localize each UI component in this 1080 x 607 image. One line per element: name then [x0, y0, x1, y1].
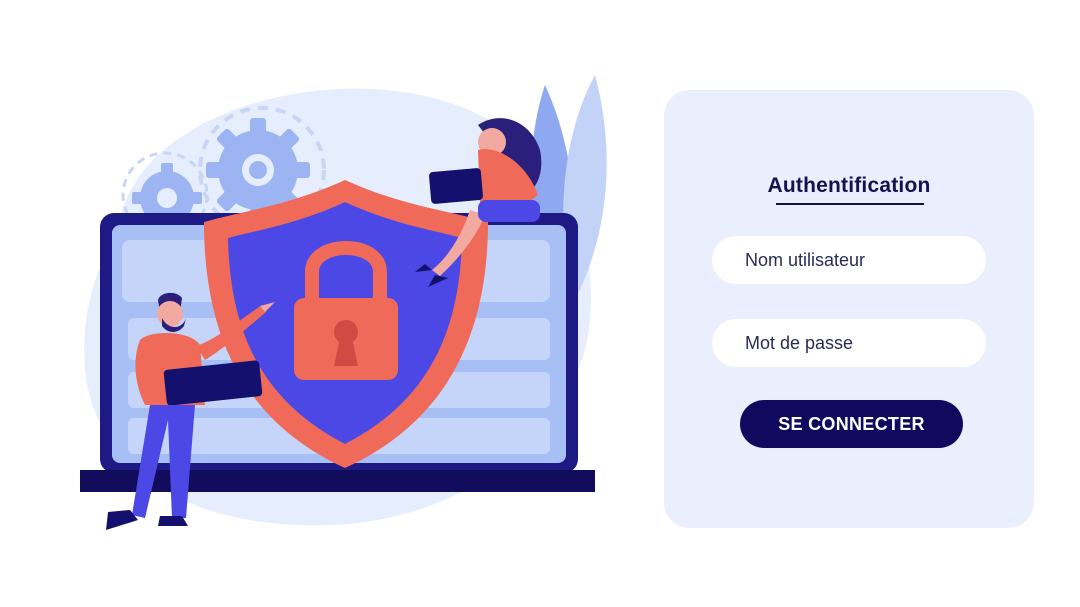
login-card: Authentification SE CONNECTER [664, 90, 1034, 528]
login-page: Authentification SE CONNECTER [0, 0, 1080, 607]
login-title: Authentification [767, 174, 931, 197]
security-illustration [80, 75, 607, 530]
login-button[interactable]: SE CONNECTER [740, 400, 963, 448]
username-field[interactable] [712, 236, 986, 284]
title-underline [776, 203, 924, 205]
password-field[interactable] [712, 319, 986, 367]
